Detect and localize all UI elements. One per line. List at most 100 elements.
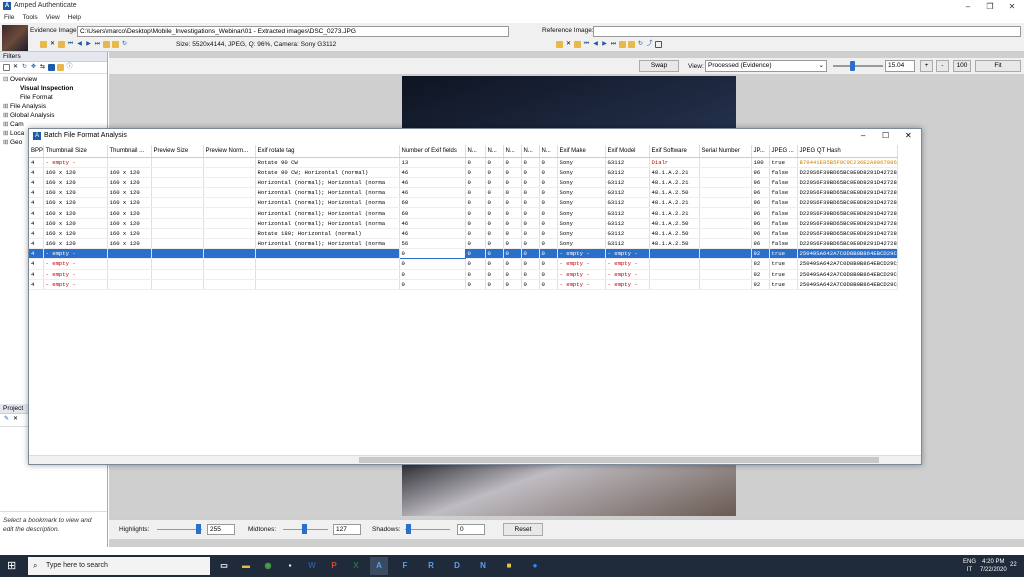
table-row[interactable]: 4- empty -000000- empty -- empty -92 true… [29,279,898,290]
taskbar-search-box[interactable]: ⌕ Type here to search [28,557,210,575]
task-view-icon[interactable]: ▭ [215,557,233,575]
prev-icon[interactable]: ◀ [76,41,83,48]
table-row[interactable]: 4 160 x 120 160 x 120 Horizontal (normal); … [29,197,898,209]
evidence-thumbnail[interactable] [2,25,28,51]
table-row[interactable]: 4 160 x 120 160 x 120 Horizontal (normal); … [29,218,898,229]
column-header[interactable]: N... [465,145,486,158]
column-header[interactable]: Exif Make [557,145,606,158]
table-row[interactable]: 4 160 x 120 160 x 120 Rotate 90 CW; Horizon… [29,167,898,178]
column-header[interactable]: Exif Model [605,145,650,158]
amped-authenticate-icon[interactable]: A [370,557,388,575]
table-row[interactable]: 4- empty -000000- empty -- empty -92 true… [29,269,898,280]
close-button[interactable]: ✕ [1002,0,1022,13]
maximize-button[interactable]: ☐ [882,129,889,143]
expander-icon[interactable]: ⊞ [3,129,10,138]
zoom-slider-handle[interactable] [850,61,855,71]
terminal-icon[interactable]: ▪ [281,557,299,575]
table-row[interactable]: 4 160 x 120 160 x 120 Horizontal (normal); … [29,207,898,219]
tree-item[interactable]: File Format [3,93,104,102]
folder-icon[interactable] [574,41,581,48]
column-header[interactable]: Preview Size [151,145,204,158]
word-icon[interactable]: W [303,557,321,575]
midtones-slider-handle[interactable] [302,524,307,534]
column-header[interactable]: Preview Norm... [203,145,256,158]
language-indicator[interactable]: ENG IT [963,558,976,574]
zoom-out-button[interactable]: - [936,60,949,72]
delete-icon[interactable]: ✕ [12,64,19,71]
column-header[interactable]: Exif Software [649,145,700,158]
column-header[interactable]: JP... [751,145,770,158]
powerpoint-icon[interactable]: P [325,557,343,575]
column-header[interactable]: Exif rotate tag [255,145,400,158]
column-header[interactable]: Serial Number [699,145,752,158]
evidence-path-field[interactable]: C:\Users\marco\Desktop\Mobile_Investigat… [77,26,509,37]
table-row[interactable]: 4 160 x 120 160 x 120 Horizontal (normal); … [29,177,898,189]
highlights-slider-handle[interactable] [196,524,201,534]
table-row[interactable]: 4 160 x 120 160 x 120 Horizontal (normal); … [29,187,898,199]
zoom-in-button[interactable]: + [920,60,933,72]
expander-icon[interactable]: ⊞ [3,111,10,120]
menu-file[interactable]: File [0,13,18,23]
folder-icon[interactable] [58,41,65,48]
refresh-icon[interactable]: ↻ [637,41,644,48]
expander-icon[interactable]: ⊞ [3,138,10,147]
highlights-input[interactable]: 255 [207,524,235,535]
expander-icon[interactable]: ⊞ [3,120,10,129]
tree-item[interactable]: Visual Inspection [3,84,104,93]
info-icon[interactable]: ⓘ [66,64,73,71]
first-icon[interactable]: ⏮ [67,41,74,48]
first-icon[interactable]: ⏮ [583,41,590,48]
midtones-input[interactable]: 127 [333,524,361,535]
link-icon[interactable]: ⇆ [39,64,46,71]
clock[interactable]: 4:20 PM 7/22/2020 [980,558,1007,574]
column-header[interactable]: JPEG QT Hash [797,145,898,158]
zoom-app-icon[interactable]: ● [526,557,544,575]
export-icon[interactable]: ⤴ [646,41,653,48]
menu-help[interactable]: Help [64,13,85,23]
fit-button[interactable]: Fit [975,60,1021,72]
close-button[interactable]: ✕ [905,129,912,143]
shadows-slider-track[interactable] [405,529,450,530]
zoom-100-button[interactable]: 100 [953,60,971,72]
close-icon[interactable]: ✕ [565,41,572,48]
tree-item[interactable]: ⊞ File Analysis [3,102,104,111]
view-select[interactable]: Processed (Evidence) ⌄ [705,60,827,72]
maximize-button[interactable]: ❐ [980,0,1000,13]
refresh-icon[interactable]: ↻ [21,64,28,71]
table-row[interactable]: 4 160 x 120 160 x 120 Rotate 180; Horizonta… [29,228,898,240]
close-icon[interactable]: ✕ [49,41,56,48]
menu-tools[interactable]: Tools [18,13,41,23]
table-row[interactable]: 4 160 x 120 160 x 120 Horizontal (normal); … [29,238,898,250]
column-header[interactable]: N... [521,145,540,158]
swap-button[interactable]: Swap [639,60,679,72]
refresh-icon[interactable]: ↻ [121,41,128,48]
column-header[interactable]: Thumbnail Size [43,145,108,158]
amped-five-icon[interactable]: F [396,557,414,575]
shadows-input[interactable]: 0 [457,524,485,535]
folder-icon[interactable] [628,41,635,48]
table-row[interactable]: 4- empty -000000- empty -- empty -92 true… [29,258,898,270]
prev-icon[interactable]: ◀ [592,41,599,48]
windows-start-icon[interactable]: ⊞ [7,560,19,572]
new-icon[interactable] [3,64,10,71]
column-header[interactable]: JPEG ... [769,145,798,158]
bookmark-icon[interactable] [619,41,626,48]
sticky-notes-icon[interactable]: ■ [500,557,518,575]
move-icon[interactable]: ✥ [30,64,37,71]
open-folder-icon[interactable] [556,41,563,48]
table-row[interactable]: 4- empty -000000- empty -- empty -92 true… [29,248,898,260]
folder-icon[interactable] [57,64,64,71]
expander-icon[interactable]: ⊟ [3,75,10,84]
reference-path-field[interactable] [593,26,1021,37]
bookmark-icon[interactable] [103,41,110,48]
tree-item[interactable]: ⊞ Global Analysis [3,111,104,120]
notification-count[interactable]: 22 [1010,562,1017,568]
shadows-slider-handle[interactable] [406,524,411,534]
menu-view[interactable]: View [42,13,64,23]
minimize-button[interactable]: – [958,0,978,13]
open-folder-icon[interactable] [40,41,47,48]
column-header[interactable]: N... [539,145,558,158]
horizontal-scrollbar[interactable] [29,455,921,464]
results-table-container[interactable]: BPP Thumbnail Size Thumbnail ... Preview Si… [29,145,921,453]
amped-dvrconv-icon[interactable]: D [448,557,466,575]
